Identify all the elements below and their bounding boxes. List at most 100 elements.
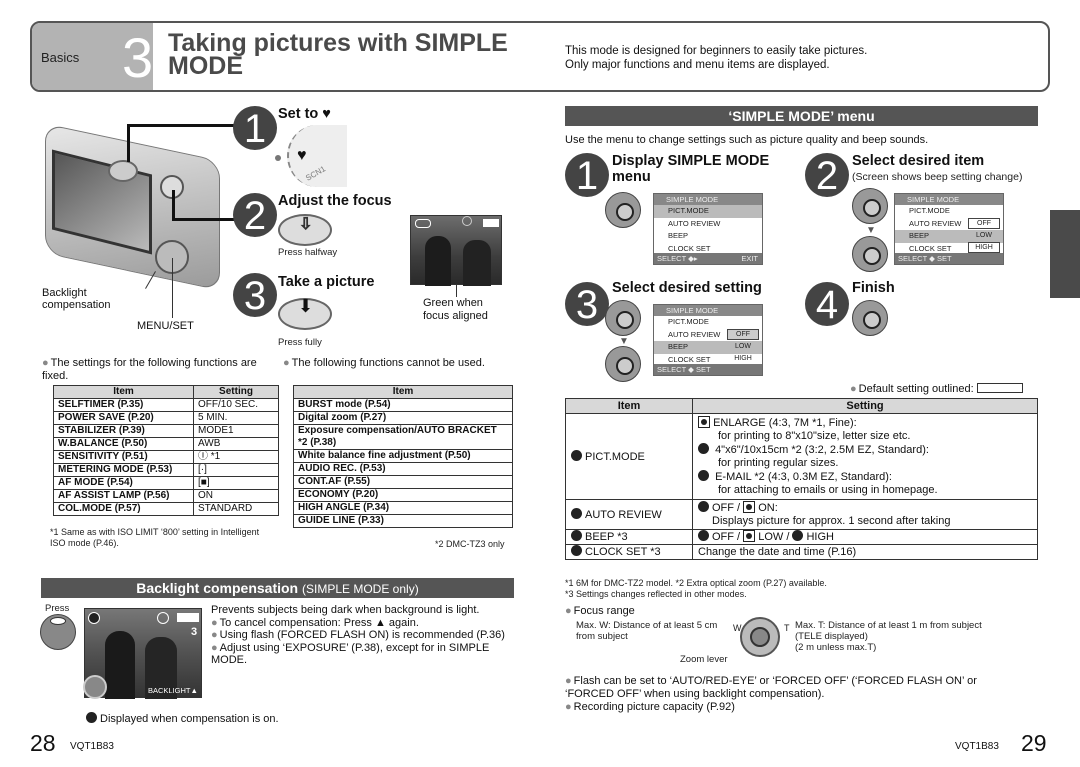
table-row: AF MODE (P.54) [■]: [53, 476, 279, 490]
item-cell: POWER SAVE (P.20): [53, 411, 194, 425]
table-row: Digital zoom (P.27): [293, 411, 513, 425]
mode-dial: [108, 160, 138, 182]
leader-line: [172, 258, 173, 318]
focus-note: Green when focus aligned: [423, 297, 488, 322]
zoom-t-label: T: [784, 623, 790, 633]
battery-icon: [483, 219, 499, 227]
setting-cell: OFF / ON: Displays picture for approx. 1…: [692, 499, 1038, 530]
setting-cell: [■]: [193, 476, 279, 490]
outline-legend-box: [976, 383, 1023, 393]
table-row: CONT.AF (P.55): [293, 475, 513, 489]
step-1-number: 1: [233, 106, 277, 151]
item-cell: White balance fine adjustment (P.50): [293, 449, 513, 463]
right-footnotes: *1 6M for DMC-TZ2 model. *2 Extra optica…: [565, 578, 827, 599]
menu-item: AUTO REVIEW: [668, 218, 721, 228]
dial-indicator-dot: [275, 155, 281, 161]
item-cell: ECONOMY (P.20): [293, 488, 513, 502]
simple-mode-menu-header: ‘SIMPLE MODE’ menu: [565, 106, 1038, 126]
setting-cell: Change the date and time (P.16): [692, 544, 1038, 560]
setting-cell: AWB: [193, 437, 279, 451]
on-icon: [743, 501, 756, 513]
menu-option: OFF: [727, 329, 759, 340]
menu-option: LOW: [735, 343, 751, 350]
doc-code-right: VQT1B83: [955, 741, 999, 752]
footnote-1: *1 Same as with ISO LIMIT ‘800’ setting …: [50, 527, 260, 548]
menu-screen-footer: SELECT ◆ SET: [654, 364, 762, 375]
lcd-focus-photo: [410, 215, 502, 286]
menu-screen-header: SIMPLE MODE: [895, 194, 1003, 205]
table-row: HIGH ANGLE (P.34): [293, 501, 513, 515]
item-cell: CLOCK SET *3: [565, 544, 693, 560]
section-label: Basics: [41, 50, 80, 65]
mute-icon: [698, 530, 709, 541]
zoom-lever-label: Zoom lever: [680, 654, 728, 665]
menu-screen-1: SIMPLE MODE PICT.MODE AUTO REVIEW BEEP C…: [653, 193, 763, 265]
focus-indicator-icon: [462, 216, 472, 226]
focus-range-title: Focus range: [565, 605, 635, 617]
table-row: W.BALANCE (P.50) AWB: [53, 437, 279, 451]
menu-step-1-number: 1: [565, 153, 609, 198]
table-row: SELFTIMER (P.35) OFF/10 SEC.: [53, 398, 279, 412]
table-row: AUTO REVIEW OFF / ON: Displays picture f…: [565, 499, 1038, 530]
item-cell: AUDIO REC. (P.53): [293, 462, 513, 476]
menu-step-2-number: 2: [805, 153, 849, 198]
section-number: 3: [122, 26, 154, 89]
backlight-icon: [83, 675, 107, 699]
menu-settings-table: Item Setting PICT.MODE ENLARGE (4:3, 7M …: [565, 398, 1038, 560]
focus-range-tele: Max. T: Distance of at least 1 m from su…: [795, 620, 982, 653]
remaining-count: 3: [191, 626, 198, 638]
table-row: METERING MODE (P.53) [·]: [53, 463, 279, 477]
doc-code-left: VQT1B83: [70, 741, 114, 752]
table-row: COL.MODE (P.57) STANDARD: [53, 502, 279, 516]
item-cell: Exposure compensation/AUTO BRACKET *2 (P…: [293, 424, 513, 450]
column-header: Item: [53, 385, 194, 399]
item-cell: Digital zoom (P.27): [293, 411, 513, 425]
menu-screen-footer: SELECT ◆ SET: [895, 253, 1003, 264]
table-row: CLOCK SET *3 Change the date and time (P…: [565, 544, 1038, 560]
menu-option: HIGH: [734, 355, 752, 362]
cursor-pad-icon: [605, 300, 641, 336]
step-3-title: Take a picture: [278, 274, 375, 290]
page-title: Taking pictures with SIMPLE MODE: [168, 29, 508, 80]
enlarge-icon: [698, 416, 710, 428]
volume-high-icon: [792, 530, 804, 541]
cursor-pad-icon: [852, 188, 888, 224]
menu-item: PICT.MODE: [668, 317, 709, 326]
step-1-title: Set to ♥: [278, 106, 331, 122]
shutter-halfway-icon: ⇩: [278, 214, 332, 246]
menu-item: BEEP: [668, 231, 689, 240]
menu-step-3-number: 3: [565, 282, 609, 327]
zoom-w-label: W: [733, 623, 742, 633]
menu-option: LOW: [976, 232, 992, 239]
setting-cell: STANDARD: [193, 502, 279, 516]
mode-icon: [415, 219, 431, 228]
menu-screen-2: SIMPLE MODE PICT.MODE AUTO REVIEW BEEP C…: [894, 193, 1004, 265]
setting-cell: 5 MIN.: [193, 411, 279, 425]
footnote-2: *2 DMC-TZ3 only: [435, 539, 505, 549]
person-silhouette: [105, 631, 135, 699]
table-row: AF ASSIST LAMP (P.56) ON: [53, 489, 279, 503]
arrow-down-outline-icon: ⇩: [298, 216, 313, 234]
item-cell: COL.MODE (P.57): [53, 502, 194, 516]
menu-step-2-title: Select desired item: [852, 153, 985, 169]
shutter-fully-icon: ⬇: [278, 296, 332, 330]
leader-line: [456, 285, 457, 297]
table-row: ECONOMY (P.20): [293, 488, 513, 502]
table-row: POWER SAVE (P.20) 5 MIN.: [53, 411, 279, 425]
fixed-settings-note: The settings for the following functions…: [42, 357, 282, 383]
page-number-right: 29: [1021, 730, 1047, 756]
item-cell: AF ASSIST LAMP (P.56): [53, 489, 194, 503]
menu-screen-header: SIMPLE MODE: [654, 305, 762, 316]
menu-option: OFF: [968, 218, 1000, 229]
backlight-section-header: Backlight compensation (SIMPLE MODE only…: [41, 578, 514, 598]
standard-size-icon: [698, 443, 709, 454]
item-cell: SENSITIVITY (P.51): [53, 450, 194, 464]
person-silhouette: [463, 240, 491, 286]
table-row: PICT.MODE ENLARGE (4:3, 7M *1, Fine): fo…: [565, 413, 1038, 500]
column-header: Setting: [193, 385, 279, 399]
mode-dial-closeup: ♥ SCN1: [275, 125, 347, 187]
menu-item: PICT.MODE: [909, 206, 950, 215]
table-row: BEEP *3 OFF / LOW / HIGH: [565, 529, 1038, 545]
right-bullets: Flash can be set to ‘AUTO/RED-EYE’ or ‘F…: [565, 675, 1025, 714]
setting-cell: OFF / LOW / HIGH: [692, 529, 1038, 545]
